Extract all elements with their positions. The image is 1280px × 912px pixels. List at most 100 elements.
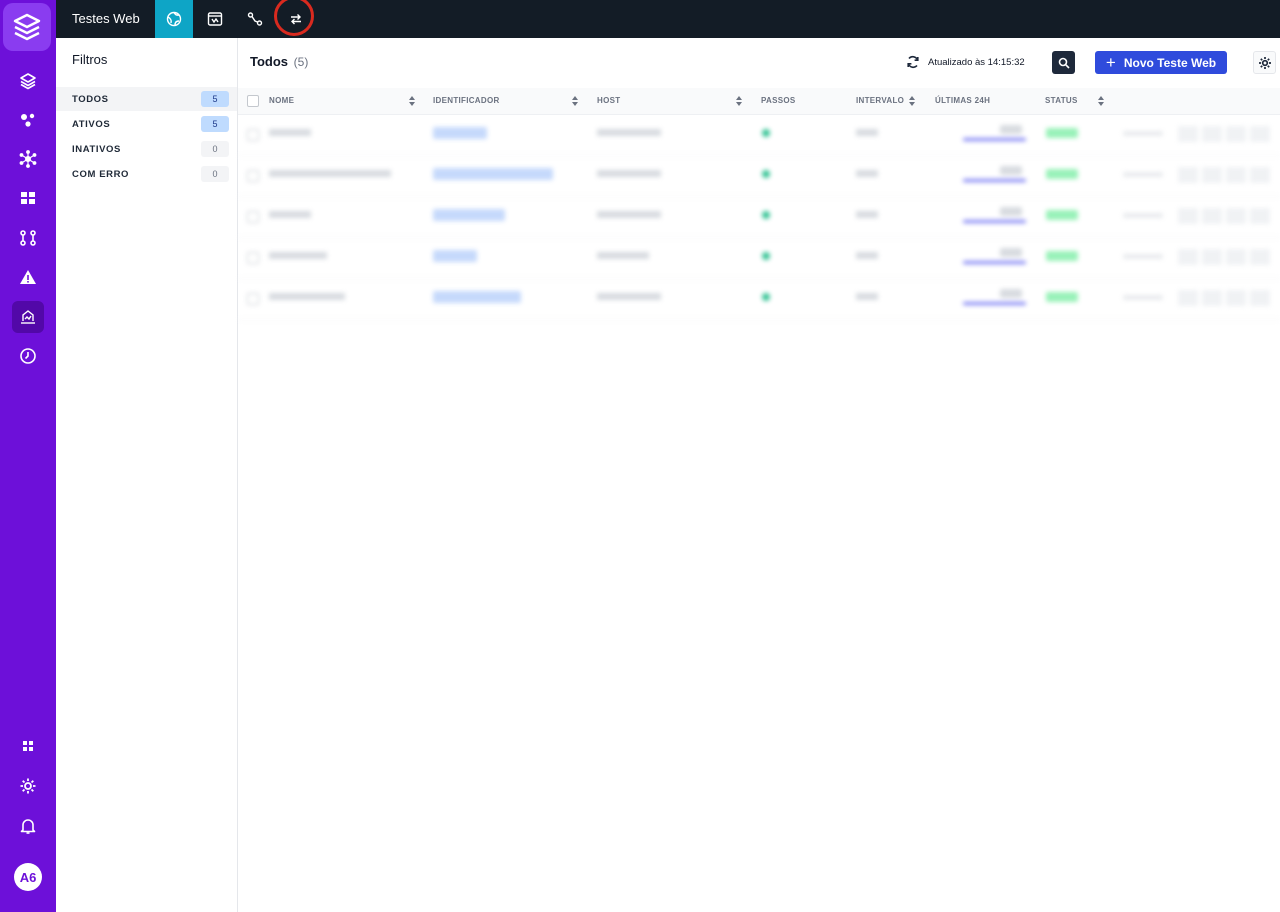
web-test-icon[interactable] <box>12 301 44 333</box>
redacted-name <box>269 170 391 177</box>
filter-count: 5 <box>201 91 229 107</box>
table-row[interactable] <box>238 115 1280 156</box>
sort-icon[interactable] <box>736 96 742 106</box>
refresh-icon <box>907 56 919 68</box>
redacted-host <box>597 129 661 136</box>
redacted-host <box>597 170 661 177</box>
redacted-interval <box>856 129 878 136</box>
redacted-24h-value <box>1000 248 1022 257</box>
filter-count: 0 <box>201 166 229 182</box>
status-dot <box>762 211 770 219</box>
table-body <box>238 115 1280 320</box>
filter-todos[interactable]: TODOS 5 <box>56 87 237 111</box>
redacted-24h-value <box>1000 207 1022 216</box>
logo-layers-icon[interactable] <box>3 3 51 51</box>
redacted-identifier[interactable] <box>433 168 553 180</box>
layers-icon[interactable] <box>12 65 44 97</box>
table-row[interactable] <box>238 279 1280 320</box>
redacted-host <box>597 211 661 218</box>
row-actions[interactable] <box>1178 249 1270 265</box>
sort-icon[interactable] <box>909 96 915 106</box>
nodes-icon[interactable] <box>12 104 44 136</box>
redacted-interval <box>856 252 878 259</box>
row-checkbox[interactable] <box>247 293 259 305</box>
page-title-count: (5) <box>293 55 309 69</box>
uptime-bar <box>963 138 1026 141</box>
user-avatar[interactable]: A6 <box>14 863 42 891</box>
row-actions[interactable] <box>1178 208 1270 224</box>
status-dot <box>762 293 770 301</box>
select-all-checkbox[interactable] <box>247 95 259 107</box>
network-hub-icon[interactable] <box>12 143 44 175</box>
redacted-host <box>597 252 649 259</box>
new-web-test-label: Novo Teste Web <box>1123 55 1217 70</box>
route-icon[interactable] <box>236 0 274 38</box>
globe-icon[interactable] <box>155 0 193 38</box>
table-row[interactable] <box>238 238 1280 279</box>
row-checkbox[interactable] <box>247 170 259 182</box>
apps-grid-icon[interactable] <box>12 730 44 762</box>
row-checkbox[interactable] <box>247 211 259 223</box>
table-row[interactable] <box>238 156 1280 197</box>
filters-panel: Filtros TODOS 5 ATIVOS 5 INATIVOS 0 COM … <box>56 38 238 912</box>
git-branch-icon[interactable] <box>12 222 44 254</box>
uptime-bar <box>963 302 1026 305</box>
col-identificador[interactable]: IDENTIFICADOR <box>433 88 500 114</box>
redacted-24h-value <box>1000 289 1022 298</box>
redacted-date <box>1123 295 1163 300</box>
updated-text: Atualizado às 14:15:32 <box>928 56 1025 68</box>
search-button[interactable] <box>1052 51 1075 74</box>
table-settings-button[interactable] <box>1253 51 1276 74</box>
col-passos: PASSOS <box>761 96 796 105</box>
page-title-text: Todos <box>250 54 289 69</box>
redacted-24h-value <box>1000 166 1022 175</box>
filter-label: TODOS <box>72 93 109 105</box>
filter-label: ATIVOS <box>72 118 111 130</box>
col-intervalo[interactable]: INTERVALO <box>856 88 904 114</box>
redacted-identifier[interactable] <box>433 209 505 221</box>
col-status[interactable]: STATUS <box>1045 88 1078 114</box>
alert-icon[interactable] <box>12 261 44 293</box>
dashboard-icon[interactable] <box>12 182 44 214</box>
redacted-date <box>1123 213 1163 218</box>
row-checkbox[interactable] <box>247 252 259 264</box>
row-actions[interactable] <box>1178 126 1270 142</box>
gear-icon[interactable] <box>12 770 44 802</box>
filter-com-erro[interactable]: COM ERRO 0 <box>56 162 237 186</box>
row-checkbox[interactable] <box>247 129 259 141</box>
uptime-bar <box>963 261 1026 264</box>
gear-icon <box>1258 56 1271 69</box>
row-actions[interactable] <box>1178 290 1270 306</box>
sort-icon[interactable] <box>572 96 578 106</box>
redacted-name <box>269 293 345 300</box>
row-actions[interactable] <box>1178 167 1270 183</box>
redacted-interval <box>856 211 878 218</box>
sort-icon[interactable] <box>409 96 415 106</box>
filters-title: Filtros <box>72 52 108 67</box>
bell-icon[interactable] <box>12 810 44 842</box>
redacted-name <box>269 129 311 136</box>
app-title: Testes Web <box>72 11 140 26</box>
redacted-identifier[interactable] <box>433 291 521 303</box>
top-bar: Testes Web <box>56 0 1280 38</box>
refresh-status[interactable]: Atualizado às 14:15:32 <box>906 55 1025 69</box>
redacted-name <box>269 211 311 218</box>
col-nome[interactable]: NOME <box>269 88 294 114</box>
browser-window-icon[interactable] <box>196 0 234 38</box>
redacted-identifier[interactable] <box>433 250 477 262</box>
redacted-identifier[interactable] <box>433 127 487 139</box>
filter-inativos[interactable]: INATIVOS 0 <box>56 137 237 161</box>
col-host[interactable]: HOST <box>597 88 620 114</box>
status-badge <box>1046 251 1078 261</box>
status-badge <box>1046 128 1078 138</box>
filter-label: INATIVOS <box>72 143 121 155</box>
new-web-test-button[interactable]: + Novo Teste Web <box>1095 51 1227 74</box>
table-row[interactable] <box>238 197 1280 238</box>
search-icon <box>1058 57 1070 69</box>
filter-count: 0 <box>201 141 229 157</box>
filter-ativos[interactable]: ATIVOS 5 <box>56 112 237 136</box>
status-dot <box>762 170 770 178</box>
sort-icon[interactable] <box>1098 96 1104 106</box>
redacted-interval <box>856 170 878 177</box>
clock-compass-icon[interactable] <box>12 340 44 372</box>
